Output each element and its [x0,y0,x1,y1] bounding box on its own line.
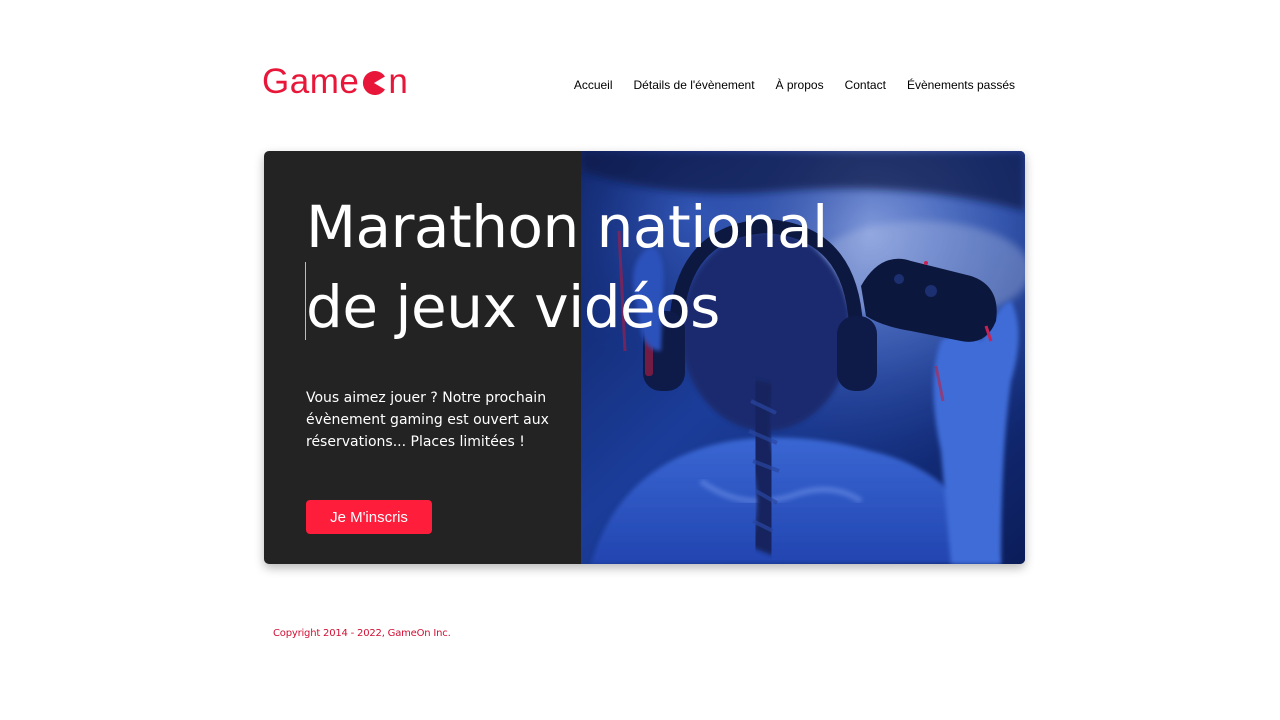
hero-description: Vous aimez jouer ? Notre prochain évènem… [306,390,549,450]
logo-text-start: Game [262,62,360,101]
main-nav: Accueil Détails de l'évènement À propos … [553,76,1015,94]
gameon-logo[interactable]: Game n [262,62,408,102]
logo-text-end: n [388,62,409,101]
nav-item-a-propos[interactable]: À propos [776,76,824,94]
hero-title-line1: Marathon national [306,193,828,261]
page: Game n Accueil Détails de l'évènement À … [0,0,1280,720]
text-caret [305,262,306,340]
nav-item-evenements-passes[interactable]: Évènements passés [907,76,1015,94]
logo-pacman-icon [363,71,386,95]
signup-button[interactable]: Je M'inscris [306,500,432,534]
nav-item-accueil[interactable]: Accueil [574,76,613,94]
footer-copyright: Copyright 2014 - 2022, GameOn Inc. [273,628,451,639]
nav-item-details[interactable]: Détails de l'évènement [634,76,755,94]
hero-title: Marathon national de jeux vidéos [306,187,828,347]
nav-item-contact[interactable]: Contact [845,76,886,94]
hero-title-line2: de jeux vidéos [306,273,720,341]
hero-section: Marathon national de jeux vidéos Vous ai… [264,151,1025,564]
